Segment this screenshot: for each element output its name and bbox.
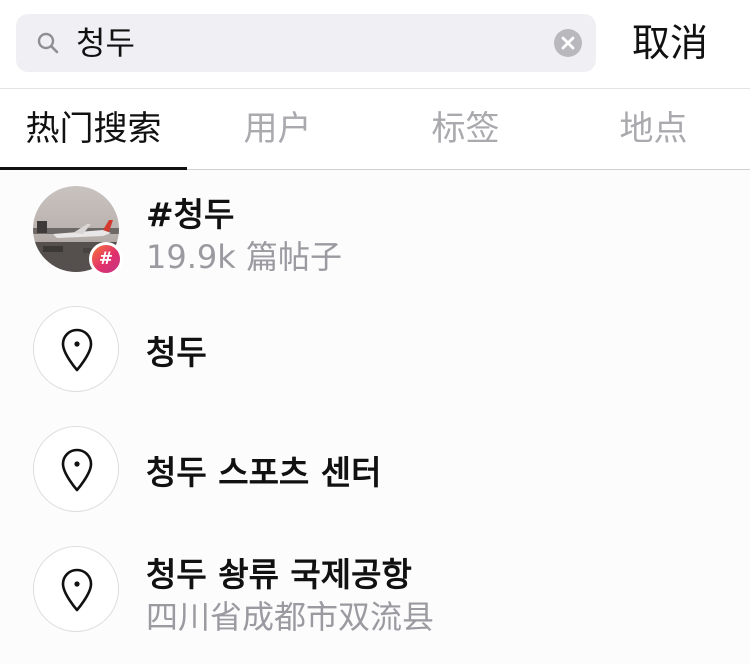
- tab-places[interactable]: 地点: [560, 89, 747, 169]
- list-item-place[interactable]: 청두: [0, 290, 750, 410]
- place-icon-circle: [33, 306, 119, 392]
- search-header: 청두 取消: [0, 0, 750, 88]
- hashtag-title: #청두: [146, 195, 235, 234]
- place-title: 청두 스포츠 센터: [146, 453, 382, 492]
- location-pin-icon: [61, 328, 93, 372]
- list-item-hashtag[interactable]: # #청두 19.9k 篇帖子: [0, 170, 750, 290]
- place-title: 청두 솽류 국제공항: [146, 555, 412, 594]
- search-icon: [37, 32, 59, 54]
- place-icon-circle: [33, 546, 119, 632]
- tab-users[interactable]: 用户: [184, 89, 371, 169]
- place-icon-circle: [33, 426, 119, 512]
- cancel-button[interactable]: 取消: [632, 14, 708, 72]
- tab-top-searches[interactable]: 热门搜索: [0, 89, 187, 169]
- tab-tags[interactable]: 标签: [372, 89, 559, 169]
- location-pin-icon: [61, 448, 93, 492]
- search-field[interactable]: 청두: [16, 14, 596, 72]
- list-item-place[interactable]: 청두 스포츠 센터: [0, 410, 750, 530]
- list-item-place[interactable]: 청두 솽류 국제공항 四川省成都市双流县: [0, 530, 750, 650]
- search-tabs: 热门搜索 用户 标签 地点: [0, 88, 750, 170]
- search-screen: 청두 取消 热门搜索 用户 标签 地点 # #청두 19.9k 篇帖子 청두 청…: [0, 0, 750, 664]
- location-pin-icon: [61, 568, 93, 612]
- hashtag-badge-icon: #: [89, 242, 123, 276]
- place-title: 청두: [146, 333, 207, 372]
- place-address: 四川省成都市双流县: [146, 598, 435, 636]
- clear-icon[interactable]: [554, 29, 582, 57]
- hashtag-post-count: 19.9k 篇帖子: [146, 238, 342, 276]
- search-input[interactable]: 청두: [76, 14, 135, 72]
